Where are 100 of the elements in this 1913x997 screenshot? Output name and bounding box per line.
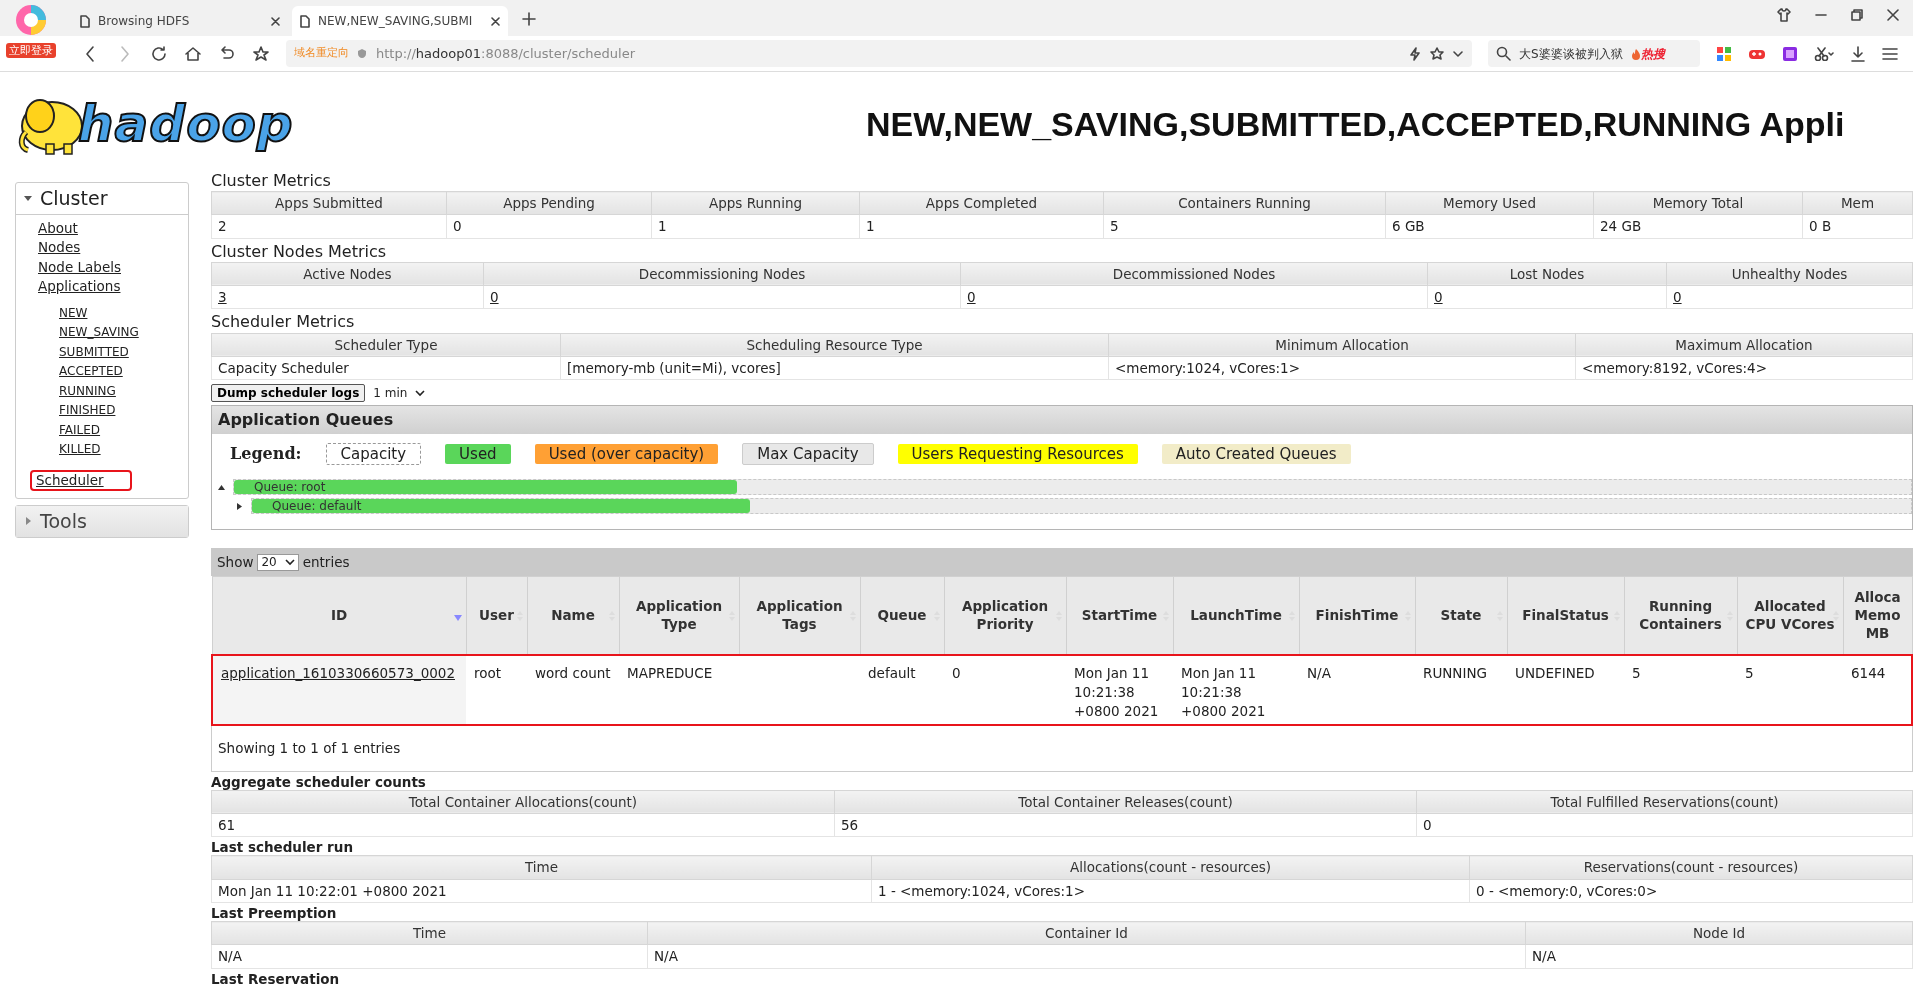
column-header[interactable]: FinalStatus — [1507, 576, 1624, 655]
table-cell: N/A — [647, 944, 1526, 969]
restore-icon[interactable] — [1851, 9, 1863, 21]
table-link[interactable]: 0 — [967, 289, 976, 306]
table-cell: 1 — [859, 214, 1104, 239]
column-header: Apps Pending — [446, 191, 652, 215]
sidebar-sublink[interactable]: KILLED — [59, 442, 101, 457]
column-header: Apps Completed — [859, 191, 1104, 215]
column-header[interactable]: LaunchTime — [1173, 576, 1299, 655]
show-label: Show — [217, 552, 254, 572]
legend-label: Legend: — [230, 443, 302, 466]
legend-item: Auto Created Queues — [1161, 444, 1351, 465]
close-icon[interactable] — [491, 16, 500, 26]
sidebar-sublink[interactable]: RUNNING — [59, 383, 116, 399]
sidebar-sublink[interactable]: FINISHED — [59, 403, 116, 418]
column-header[interactable]: User — [466, 576, 527, 655]
column-header[interactable]: Application Type — [619, 576, 739, 655]
grid-icon[interactable] — [1716, 45, 1732, 62]
section-title: Last scheduler run — [211, 839, 354, 856]
column-header[interactable]: Queue — [860, 576, 944, 655]
sidebar-sublink[interactable]: NEW — [59, 305, 88, 321]
interval-select[interactable]: 1 min — [373, 384, 426, 403]
table-cell: 5 — [1103, 214, 1386, 239]
caret-right-icon[interactable] — [236, 502, 243, 510]
table-link[interactable]: 3 — [218, 289, 227, 306]
table-cell: root — [474, 664, 502, 681]
table-info: Showing 1 to 1 of 1 entries — [218, 738, 401, 758]
column-header[interactable]: Running Containers — [1624, 576, 1737, 655]
column-header[interactable]: ID — [212, 576, 466, 655]
star-icon[interactable] — [1430, 46, 1444, 61]
column-header: Time — [211, 855, 872, 880]
shirt-icon[interactable] — [1777, 8, 1791, 22]
sidebar-link[interactable]: Applications — [38, 278, 121, 295]
sidebar-link[interactable]: Node Labels — [38, 258, 121, 276]
column-header[interactable]: State — [1415, 576, 1507, 655]
column-header[interactable]: Alloca Memo MB — [1843, 576, 1912, 655]
browser-tab[interactable]: Browsing HDFS — [72, 6, 288, 36]
queue-bar-track[interactable]: Queue: default — [251, 498, 1912, 515]
column-header: Reservations(count - resources) — [1469, 855, 1913, 880]
column-header[interactable]: Name — [527, 576, 619, 655]
table-link[interactable]: 0 — [1434, 289, 1443, 306]
column-header[interactable]: Application Tags — [739, 576, 860, 655]
table-cell: Mon Jan 11 10:21:38 +0800 2021 — [1181, 664, 1266, 719]
close-icon[interactable] — [271, 16, 280, 26]
table-cell: 0 — [1416, 813, 1913, 837]
column-header[interactable]: FinishTime — [1299, 576, 1415, 655]
address-field[interactable]: 域名重定向 http://hadoop01:8088/cluster/scheduler — [286, 40, 1472, 67]
column-header: Scheduling Resource Type — [560, 333, 1109, 357]
lightning-icon[interactable] — [1408, 46, 1422, 61]
scissors-icon[interactable] — [1814, 46, 1834, 61]
caret-up-icon[interactable] — [218, 483, 225, 491]
legend-item: Max Capacity — [742, 443, 874, 466]
sidebar-link[interactable]: About — [38, 219, 78, 237]
table-cell: 6144 — [1851, 664, 1886, 681]
table-cell: 0 - <memory:0, vCores:0> — [1469, 879, 1913, 903]
table-cell: 61 — [211, 813, 835, 837]
search-field[interactable]: 大S婆婆谈被判入狱 热搜 — [1488, 40, 1700, 67]
new-tab-icon[interactable] — [522, 12, 536, 26]
legend-item: Users Requesting Resources — [897, 444, 1138, 465]
sidebar-sublink[interactable]: FAILED — [59, 422, 101, 438]
browser-tab[interactable]: NEW,NEW_SAVING,SUBMI — [292, 6, 508, 36]
flame-icon — [1630, 47, 1641, 60]
app-icon[interactable] — [1782, 45, 1798, 62]
login-button[interactable]: 立即登录 — [6, 43, 56, 58]
column-header: Total Container Releases(count) — [834, 790, 1417, 814]
sidebar-sublink[interactable]: NEW_SAVING — [59, 325, 139, 340]
column-header: Mem — [1802, 191, 1913, 215]
close-icon[interactable] — [1887, 9, 1899, 21]
column-header[interactable]: Application Priority — [944, 576, 1066, 655]
column-header: Total Container Allocations(count) — [211, 790, 835, 814]
page-size-select[interactable]: 20 — [257, 553, 299, 571]
table-cell: 0 — [952, 664, 961, 681]
column-header: Node Id — [1525, 921, 1913, 945]
sidebar-section-header[interactable]: Tools — [16, 506, 188, 537]
dump-logs-button[interactable]: Dump scheduler logs — [211, 384, 366, 403]
star-icon[interactable] — [252, 44, 270, 63]
browser-logo-icon[interactable] — [14, 3, 48, 37]
section-title: Scheduler Metrics — [211, 312, 356, 332]
section-title: Aggregate scheduler counts — [211, 773, 427, 790]
sidebar-sublink[interactable]: ACCEPTED — [59, 364, 123, 379]
menu-icon[interactable] — [1882, 46, 1898, 61]
page-icon — [80, 14, 90, 28]
table-cell: N/A — [1307, 664, 1331, 681]
caret-right-icon — [24, 517, 32, 526]
table-cell: Capacity Scheduler — [211, 356, 561, 380]
column-header[interactable]: StartTime — [1066, 576, 1173, 655]
download-icon[interactable] — [1850, 45, 1866, 62]
sidebar-link[interactable]: Scheduler — [32, 471, 130, 489]
queue-bar-track[interactable]: Queue: root — [233, 479, 1912, 496]
column-header[interactable]: Allocated CPU VCores — [1737, 576, 1843, 655]
table-link[interactable]: 0 — [490, 289, 499, 306]
table-cell: 6 GB — [1385, 214, 1594, 239]
sidebar-link[interactable]: Nodes — [38, 239, 81, 256]
sidebar-sublink[interactable]: SUBMITTED — [59, 344, 129, 360]
column-header: Apps Submitted — [211, 191, 447, 215]
reload-icon[interactable] — [150, 44, 168, 63]
table-link[interactable]: 0 — [1673, 289, 1682, 306]
column-header: Containers Running — [1103, 191, 1386, 215]
sidebar-section-header[interactable]: Cluster — [16, 183, 188, 215]
home-icon[interactable] — [184, 44, 202, 63]
